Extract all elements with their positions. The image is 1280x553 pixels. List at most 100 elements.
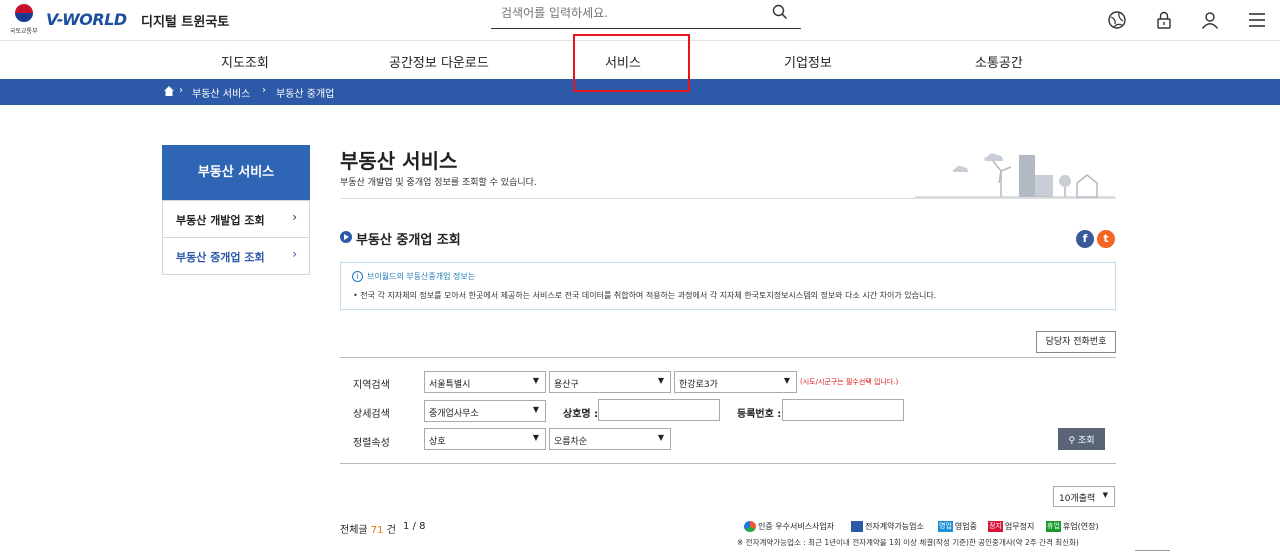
header: 국토교통부 V-WORLD 디지털 트윈국토 [0,0,1280,40]
dropdown-arrow-icon: ▼ [532,405,539,414]
search-button[interactable]: ⚲ 조회 [1058,428,1105,450]
sido-value: 서울특별시 [429,380,471,390]
form-bottom-border [340,463,1116,464]
legend-label: 휴업(연장) [1062,522,1099,531]
facebook-icon[interactable]: f [1076,230,1094,248]
legend-label: 전자계약가능업소 [865,522,924,531]
total-count: 전체글 71 건 [340,521,396,536]
required-note: (시도/시군구는 필수선택 입니다.) [800,378,899,386]
chevron-right-icon: › [292,210,297,224]
info-title: 브이월드의 부동산중개업 정보는 [367,272,476,281]
total-unit: 건 [386,525,396,536]
detail-type-select[interactable]: 중개업사무소 ▼ [424,400,546,422]
nav-map[interactable]: 지도조회 [221,52,269,71]
legend-certified: 인증 우수서비스사업자 [744,521,834,532]
chevron-right-icon: › [292,247,297,261]
dropdown-arrow-icon: ▼ [657,376,664,385]
sigungu-select[interactable]: 용산구 ▼ [549,371,671,393]
detail-label: 상세검색 [353,409,390,420]
registration-label: 등록번호 : [737,409,782,420]
ministry-name: 국토교통부 [10,28,38,35]
breadcrumb-item[interactable]: 부동산 중개업 [276,85,334,100]
lock-icon[interactable] [1154,10,1174,30]
name-label: 상호명 : [563,409,599,420]
info-icon: i [352,271,363,282]
page-indicator: 1 / 8 [403,521,426,532]
sort-field-select[interactable]: 상호 ▼ [424,428,546,450]
dropdown-arrow-icon: ▼ [657,433,664,442]
twitter-icon[interactable]: t [1097,230,1115,248]
registration-input[interactable] [782,399,904,421]
info-box: i 브이월드의 부동산중개업 정보는 • 전국 각 지자체의 정보를 모아서 한… [340,262,1116,310]
sort-field-value: 상호 [429,437,446,447]
lnb-item-brokerage[interactable]: 부동산 중개업 조회 › [162,237,310,275]
total-number: 71 [370,525,384,536]
section-bullet-icon [340,231,352,243]
legend-open: 영업 영업중 [938,521,977,532]
lnb-item-label: 부동산 중개업 조회 [176,251,265,264]
sort-order-value: 오름차순 [554,437,588,447]
dropdown-arrow-icon: ▼ [532,433,539,442]
nav-community[interactable]: 소통공간 [975,52,1023,71]
breadcrumb: › 부동산 서비스 › 부동산 중개업 [0,79,1280,105]
sido-select[interactable]: 서울특별시 ▼ [424,371,546,393]
legend-closed: 휴업 휴업(연장) [1046,521,1099,532]
legend-label: 영업중 [954,522,977,531]
vworld-logo[interactable]: V-WORLD [46,10,127,29]
city-illustration-icon [915,153,1115,198]
detail-type-value: 중개업사무소 [429,409,479,419]
name-input[interactable] [598,399,720,421]
user-icon[interactable] [1200,10,1220,30]
logo-subtitle: 디지털 트윈국토 [141,15,230,30]
closed-badge-icon: 휴업 [1046,521,1061,532]
search-icon: ⚲ [1068,435,1076,446]
legend-e-contract: 전자계약가능업소 [851,521,924,532]
title-divider [340,198,1116,199]
info-text: • 전국 각 지자체의 정보를 모아서 한곳에서 제공하는 서비스로 전국 데이… [353,291,937,300]
suspended-badge-icon: 정지 [988,521,1003,532]
search-button-label: 조회 [1077,435,1095,446]
sigungu-value: 용산구 [554,380,579,390]
form-top-border [340,357,1116,358]
sort-order-select[interactable]: 오름차순 ▼ [549,428,671,450]
lnb-item-label: 부동산 개발업 조회 [176,214,265,227]
open-badge-icon: 영업 [938,521,953,532]
nav-download[interactable]: 공간정보 다운로드 [389,52,489,71]
nav-company[interactable]: 기업정보 [784,52,832,71]
breadcrumb-item[interactable]: 부동산 서비스 [192,85,250,100]
home-icon[interactable] [164,86,174,96]
breadcrumb-sep-icon: › [179,85,183,96]
sort-label: 정렬속성 [353,438,390,449]
per-page-value: 10개출력 [1059,494,1096,504]
total-label: 전체글 [340,525,368,536]
taegeuk-icon [15,4,33,22]
section-title: 부동산 중개업 조회 [356,233,461,248]
dropdown-arrow-icon: ▼ [783,376,790,385]
per-page-select[interactable]: 10개출력 ▼ [1053,486,1115,507]
legend-label: 인증 우수서비스사업자 [758,522,835,531]
menu-icon[interactable] [1247,10,1267,30]
dong-select[interactable]: 한강로3가 ▼ [674,371,797,393]
region-label: 지역검색 [353,380,390,391]
divider [1135,550,1170,551]
dong-value: 한강로3가 [679,380,718,390]
legend-label: 업무정지 [1004,522,1035,531]
contact-phone-button[interactable]: 담당자 전화번호 [1036,331,1116,353]
search-box [491,0,801,29]
nav-service[interactable]: 서비스 [605,52,641,71]
lnb-item-development[interactable]: 부동산 개발업 조회 › [162,200,310,238]
breadcrumb-sep-icon: › [262,85,266,96]
lnb-title: 부동산 서비스 [162,145,310,200]
legend-suspended: 정지 업무정지 [988,521,1034,532]
page-subtitle: 부동산 개발업 및 중개업 정보를 조회할 수 있습니다. [340,178,537,188]
search-icon[interactable] [772,4,788,20]
main-nav: 지도조회 공간정보 다운로드 서비스 기업정보 소통공간 [0,40,1280,79]
e-contract-note: ※ 전자계약가능업소 : 최근 1년이내 전자계약을 1회 이상 체결(작성 기… [737,538,1079,547]
globe-icon[interactable] [1107,10,1127,30]
ministry-emblem[interactable]: 국토교통부 [10,4,38,36]
dropdown-arrow-icon: ▼ [1102,491,1108,499]
e-contract-icon [851,521,863,532]
dropdown-arrow-icon: ▼ [532,376,539,385]
page-title: 부동산 서비스 [340,149,458,173]
search-input[interactable] [501,4,761,22]
